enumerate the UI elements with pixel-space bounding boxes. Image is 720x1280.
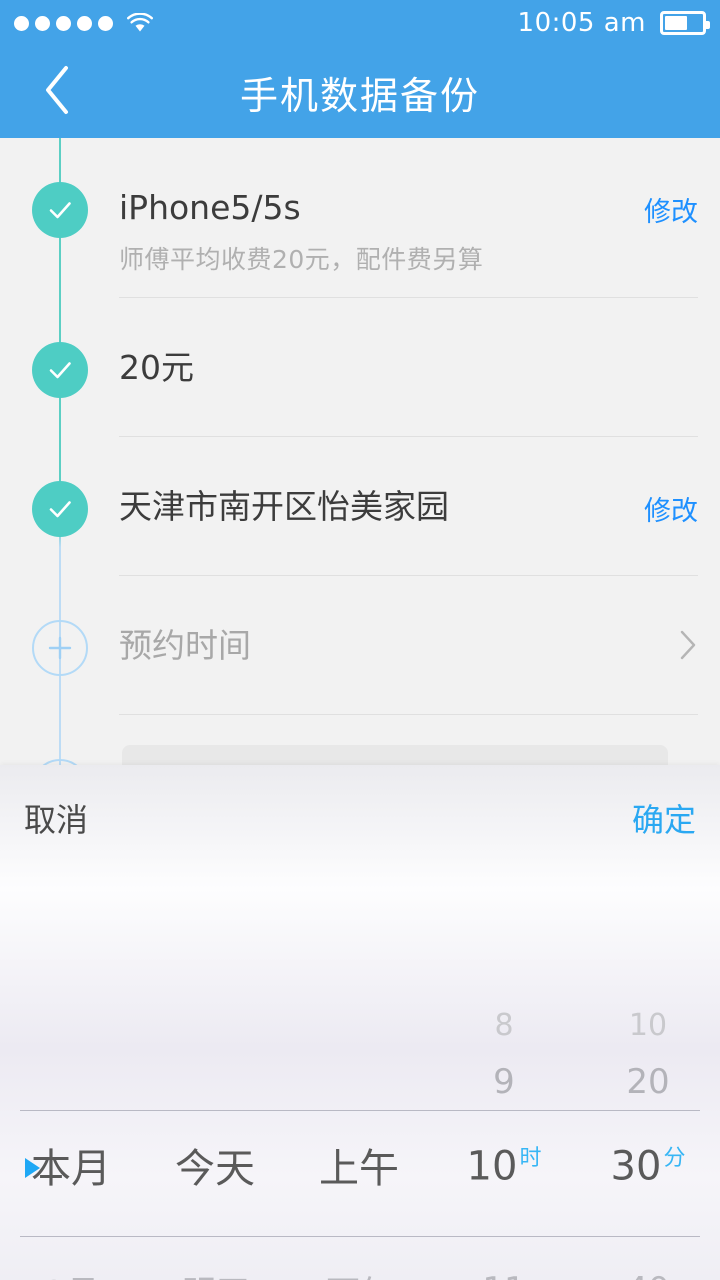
step-marker-done	[32, 481, 88, 537]
step-body: 20元	[119, 298, 698, 437]
picker-toolbar: 取消 确定	[0, 765, 720, 870]
step-row-appointment-time[interactable]: 预约时间	[0, 576, 720, 715]
wheel-hour-selected[interactable]: 10时	[432, 1140, 576, 1190]
wheel-ampm-value: 上午	[319, 1146, 399, 1192]
picker-row-below-1: 2月 明天 下午 11 40	[0, 1260, 720, 1280]
app-screen: 10:05 am 手机数据备份 iPhone5/5s 师傅平均收费20元，配件费…	[0, 0, 720, 1280]
picker-cancel-button[interactable]: 取消	[24, 795, 88, 841]
wheel-month-below1[interactable]: 2月	[0, 1266, 144, 1280]
wheel-day-value: 今天	[175, 1146, 255, 1192]
step-row-address[interactable]: 天津市南开区怡美家园 修改	[0, 437, 720, 576]
step-row-price[interactable]: 20元	[0, 298, 720, 437]
selection-line-top	[20, 1110, 700, 1111]
signal-dot-icon	[56, 15, 71, 31]
wheel-ampm-selected[interactable]: 上午	[288, 1136, 432, 1194]
signal-dot-icon	[35, 15, 50, 31]
wheel-minute-value: 30	[610, 1143, 662, 1190]
signal-dot-icon	[98, 15, 113, 31]
chevron-right-icon[interactable]	[678, 628, 698, 662]
check-icon	[44, 493, 76, 525]
status-time: 10:05 am	[517, 8, 646, 38]
wheel-hour-below1[interactable]: 11	[432, 1270, 576, 1280]
step-title: 20元	[119, 348, 194, 387]
navigation-bar: 手机数据备份	[0, 46, 720, 138]
battery-fill	[665, 16, 688, 30]
page-title: 手机数据备份	[239, 73, 480, 118]
battery-icon	[660, 11, 710, 35]
plus-icon	[43, 631, 77, 665]
chevron-left-icon	[42, 64, 72, 120]
wheel-minute-above1[interactable]: 20	[576, 1062, 720, 1102]
step-marker-done	[32, 182, 88, 238]
step-main: iPhone5/5s 师傅平均收费20元，配件费另算 修改	[119, 138, 698, 276]
wheel-minute-above2[interactable]: 10	[576, 1008, 720, 1043]
wheel-minute-selected[interactable]: 30分	[576, 1140, 720, 1190]
check-icon	[44, 354, 76, 386]
step-title: iPhone5/5s	[119, 188, 301, 227]
step-marker-done	[32, 342, 88, 398]
wheel-hour-above2[interactable]: 8	[432, 1008, 576, 1043]
step-main: 天津市南开区怡美家园 修改	[119, 437, 698, 528]
step-text-block: iPhone5/5s 师傅平均收费20元，配件费另算	[119, 188, 484, 276]
signal-dots	[14, 15, 113, 31]
wheel-day-below1[interactable]: 明天	[144, 1266, 288, 1280]
wheel-month-selected[interactable]: 本月	[0, 1136, 144, 1194]
wheel-minute-unit: 分	[663, 1146, 686, 1172]
step-main: 20元	[119, 298, 698, 386]
picker-wheels[interactable]: 8 10 9 20 本月 今天 上午 10时 30分	[0, 870, 720, 1280]
back-button[interactable]	[22, 46, 92, 138]
wheel-hour-unit: 时	[519, 1146, 542, 1172]
edit-device-link[interactable]: 修改	[644, 190, 698, 229]
wheel-minute-below1[interactable]: 40	[576, 1270, 720, 1280]
step-subtitle: 师傅平均收费20元，配件费另算	[119, 245, 484, 275]
selection-line-bottom	[20, 1236, 700, 1237]
wheel-ampm-below1[interactable]: 下午	[288, 1266, 432, 1280]
appointment-time-placeholder: 预约时间	[119, 626, 251, 665]
step-title: 天津市南开区怡美家园	[119, 487, 449, 526]
edit-address-link[interactable]: 修改	[644, 489, 698, 528]
picker-row-above-1: 9 20	[0, 1052, 720, 1112]
step-body: iPhone5/5s 师傅平均收费20元，配件费另算 修改	[119, 138, 698, 298]
picker-row-above-2: 8 10	[0, 998, 720, 1052]
wheel-day-selected[interactable]: 今天	[144, 1136, 288, 1194]
step-marker-add	[32, 620, 88, 676]
step-body: 预约时间	[119, 576, 698, 715]
check-icon	[44, 194, 76, 226]
step-row-device[interactable]: iPhone5/5s 师傅平均收费20元，配件费另算 修改	[0, 138, 720, 298]
wheel-month-value: 本月	[31, 1146, 111, 1192]
datetime-picker-sheet: 取消 确定 8 10 9 20 本月 今天 上午 10时 30分	[0, 765, 720, 1280]
step-main: 预约时间	[119, 576, 698, 664]
status-bar: 10:05 am	[0, 0, 720, 46]
signal-dot-icon	[77, 15, 92, 31]
picker-row-selected: 本月 今天 上午 10时 30分	[0, 1130, 720, 1200]
wifi-icon	[127, 13, 153, 33]
signal-dot-icon	[14, 15, 29, 31]
picker-confirm-button[interactable]: 确定	[632, 795, 696, 841]
wheel-hour-above1[interactable]: 9	[432, 1062, 576, 1102]
wheel-hour-value: 10	[466, 1143, 518, 1190]
step-body: 天津市南开区怡美家园 修改	[119, 437, 698, 576]
